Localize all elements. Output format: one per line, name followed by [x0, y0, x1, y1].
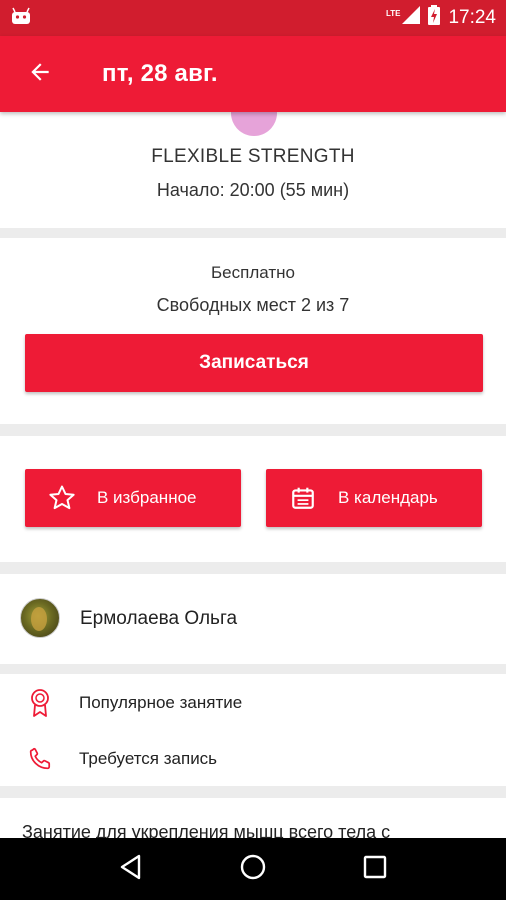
trainer-avatar [20, 598, 60, 638]
feature-popular: Популярное занятие [0, 678, 506, 728]
actions-section: В избранное В календарь [0, 436, 506, 562]
app-bar: пт, 28 авг. [0, 36, 506, 112]
status-bar: LTE 17:24 [0, 0, 506, 36]
class-description: Занятие для укрепления мышц всего тела с [22, 822, 391, 838]
battery-charging-icon [428, 5, 441, 31]
circle-home-icon [239, 853, 267, 886]
feature-label: Требуется запись [79, 749, 218, 768]
calendar-label: В календарь [338, 488, 438, 507]
description-section: Занятие для укрепления мышц всего тела с [0, 798, 506, 838]
system-navigation-bar [0, 838, 506, 900]
class-title: FLEXIBLE STRENGTH [151, 146, 355, 167]
trainer-name: Ермолаева Ольга [80, 608, 238, 629]
add-to-calendar-button[interactable]: В календарь [266, 469, 482, 527]
status-time: 17:24 [448, 7, 496, 28]
free-slots-label: Свободных мест 2 из 7 [156, 295, 350, 315]
signup-button[interactable]: Записаться [25, 334, 483, 392]
award-icon [0, 688, 80, 718]
nav-back-button[interactable] [101, 839, 161, 899]
calendar-icon [266, 485, 340, 511]
star-icon [25, 483, 99, 513]
add-to-favorites-button[interactable]: В избранное [25, 469, 241, 527]
feature-label: Популярное занятие [79, 693, 243, 712]
price-label: Бесплатно [211, 263, 295, 282]
favorites-label: В избранное [97, 488, 197, 507]
arrow-back-icon [27, 59, 53, 90]
nav-home-button[interactable] [223, 839, 283, 899]
booking-section: Бесплатно Свободных мест 2 из 7 Записать… [0, 238, 506, 424]
features-section: Популярное занятие Требуется запись [0, 674, 506, 786]
class-start-time: Начало: 20:00 (55 мин) [156, 180, 350, 200]
nav-recents-button[interactable] [345, 839, 405, 899]
feature-booking-required: Требуется запись [0, 734, 506, 784]
back-button[interactable] [0, 36, 80, 112]
signal-icon [402, 6, 421, 30]
trainer-row[interactable]: Ермолаева Ольга [0, 574, 506, 664]
triangle-back-icon [119, 854, 143, 885]
network-type: LTE [385, 8, 401, 18]
square-recents-icon [363, 855, 387, 884]
phone-icon [0, 746, 80, 772]
page-title: пт, 28 авг. [102, 60, 218, 87]
android-icon [10, 7, 32, 30]
